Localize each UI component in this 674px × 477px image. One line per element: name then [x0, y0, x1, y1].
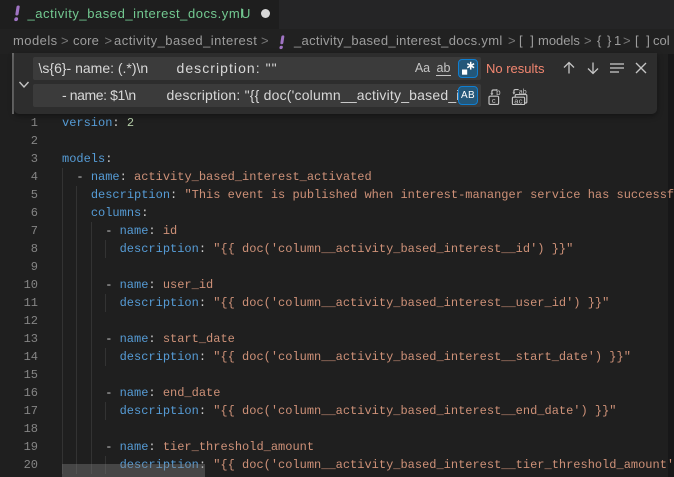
svg-text:ab: ab — [519, 89, 527, 96]
svg-text:b: b — [496, 88, 501, 97]
svg-text:c: c — [492, 96, 496, 105]
svg-text:ac: ac — [514, 96, 523, 105]
